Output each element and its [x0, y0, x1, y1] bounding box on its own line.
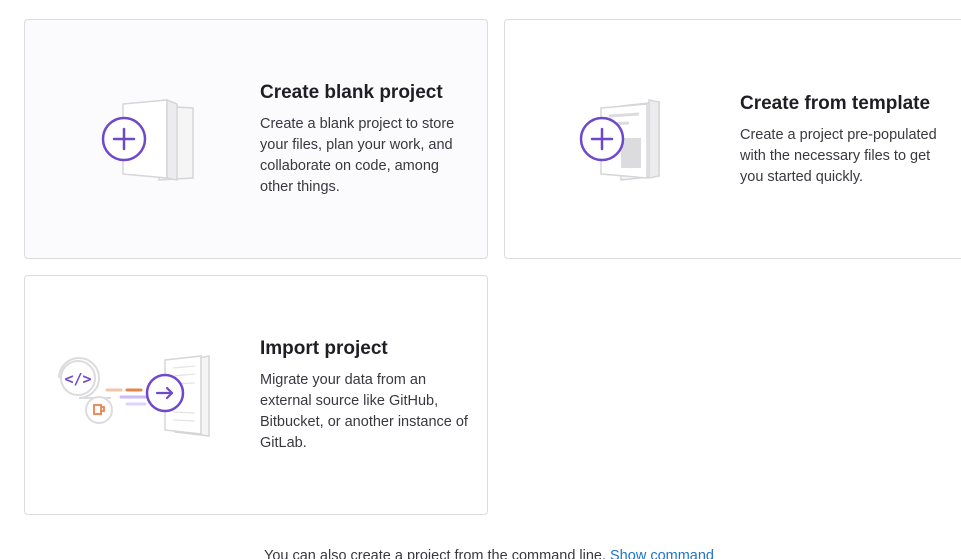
- plus-document-icon: [101, 98, 194, 181]
- show-command-link[interactable]: Show command: [610, 548, 714, 559]
- template-document-icon: [579, 99, 660, 181]
- create-blank-project-card[interactable]: Create blank project Create a blank proj…: [24, 19, 488, 259]
- command-line-hint: You can also create a project from the c…: [264, 548, 714, 559]
- blank-card-text: Create blank project Create a blank proj…: [260, 82, 475, 198]
- svg-text:</>: </>: [64, 370, 91, 388]
- import-arrow-icon: </>: [58, 355, 210, 437]
- template-card-description: Create a project pre-populated with the …: [740, 127, 937, 185]
- import-card-title: Import project: [260, 338, 388, 359]
- import-card-description: Migrate your data from an external sourc…: [260, 372, 468, 451]
- blank-card-description: Create a blank project to store your fil…: [260, 116, 455, 195]
- template-card-text: Create from template Create a project pr…: [740, 93, 955, 188]
- create-from-template-card[interactable]: Create from template Create a project pr…: [504, 19, 961, 259]
- template-card-title: Create from template: [740, 93, 931, 114]
- blank-card-title: Create blank project: [260, 82, 443, 103]
- new-project-page: Create blank project Create a blank proj…: [0, 0, 961, 559]
- import-project-card[interactable]: </> Import project Migrate your data fro…: [24, 275, 488, 515]
- import-card-text: Import project Migrate your data from an…: [260, 338, 480, 454]
- command-line-hint-text: You can also create a project from the c…: [264, 548, 607, 559]
